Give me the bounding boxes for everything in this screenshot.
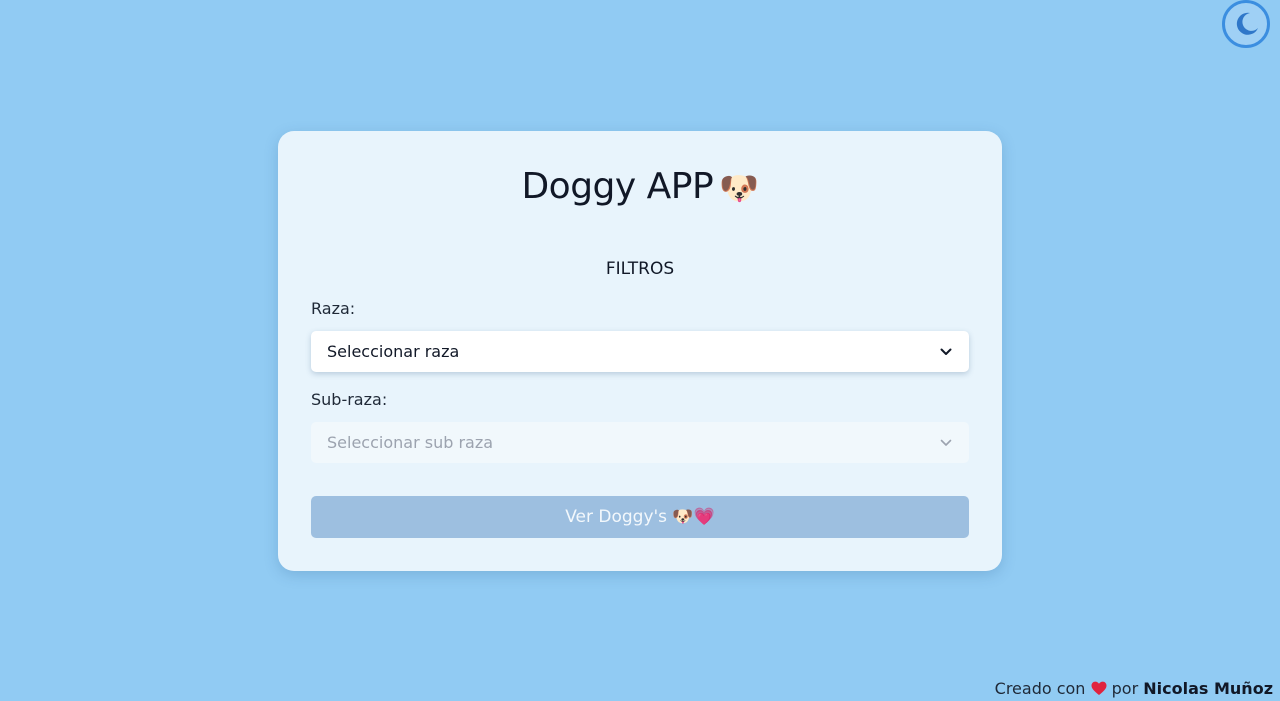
app-title: Doggy APP 🐶 [278,165,1002,210]
breed-select[interactable]: Seleccionar raza [311,331,969,372]
chevron-down-icon [939,345,953,359]
sub-breed-select[interactable]: Seleccionar sub raza [311,422,969,463]
sub-breed-label: Sub-raza: [311,390,388,409]
footer-by: por [1111,679,1139,698]
footer-prefix: Creado con [994,679,1086,698]
sub-breed-select-value: Seleccionar sub raza [327,433,494,452]
page: Doggy APP 🐶 FILTROS Raza: Seleccionar raz… [0,0,1280,701]
dog-icon: 🐶 [719,169,759,207]
theme-toggle-button[interactable] [1222,0,1270,48]
moon-icon [1236,12,1258,35]
footer-credit: Creado con por Nicolas Muñoz [995,679,1273,701]
breed-select-value: Seleccionar raza [327,342,460,361]
app-title-text: Doggy APP [521,166,714,207]
filters-card: Doggy APP 🐶 FILTROS Raza: Seleccionar raz… [278,131,1002,571]
heart-icon [1091,681,1107,701]
breed-label: Raza: [311,299,356,318]
view-doggys-button[interactable]: Ver Doggy's 🐶💗 [311,496,969,538]
filters-heading: FILTROS [605,259,675,279]
chevron-down-icon [939,436,953,450]
author-name[interactable]: Nicolas Muñoz [1143,679,1273,698]
